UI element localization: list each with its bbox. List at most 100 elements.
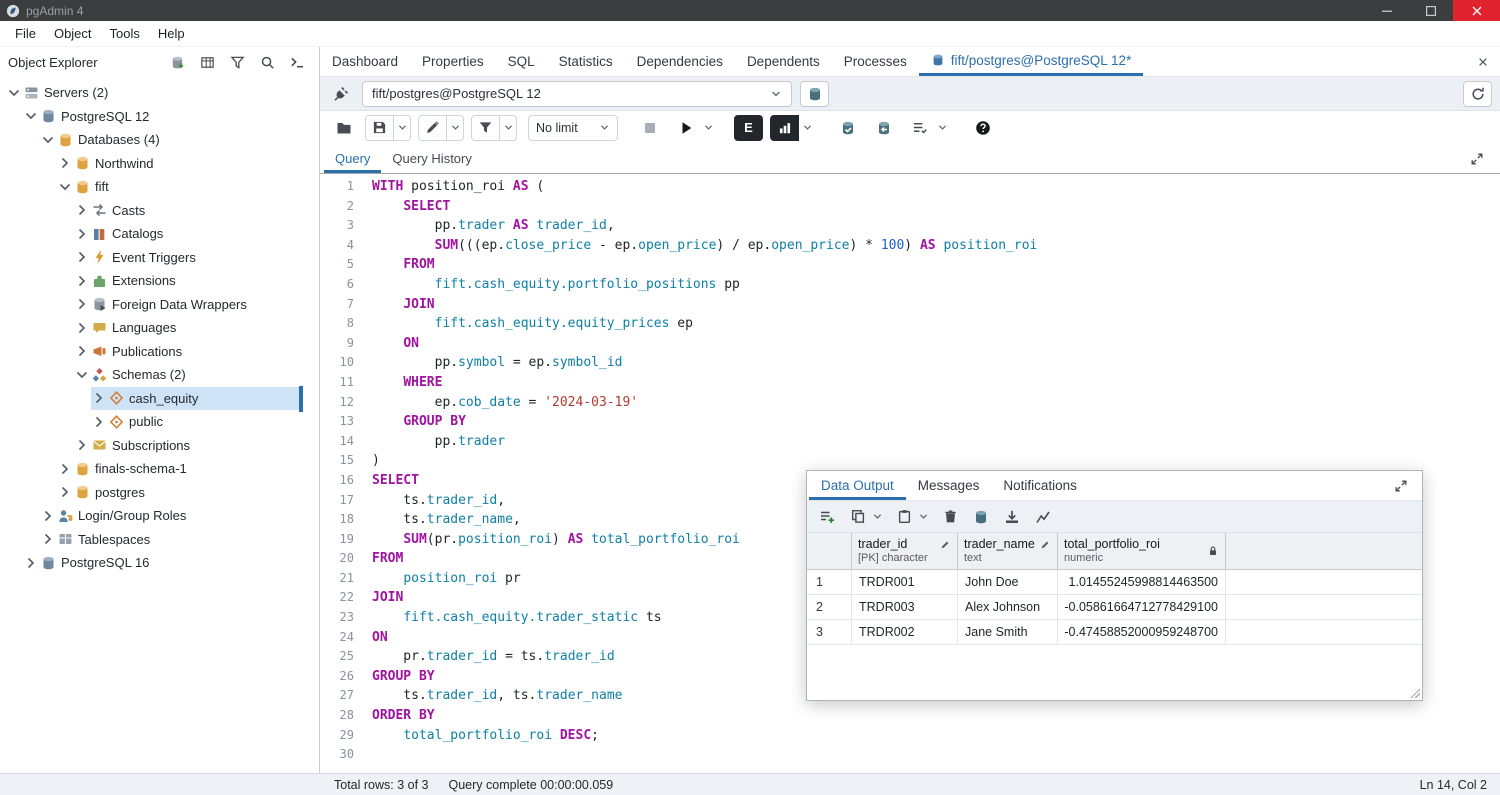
chevron-down-icon[interactable]: [23, 108, 39, 124]
column-header-total-portfolio-roi[interactable]: total_portfolio_roinumeric: [1058, 533, 1226, 569]
explain-analyze-button[interactable]: [770, 115, 799, 141]
edit-column-icon[interactable]: [940, 539, 951, 550]
copy-menu-button[interactable]: [871, 506, 884, 528]
tree-item-databases-4[interactable]: Databases (4): [40, 128, 303, 152]
edit-button[interactable]: [418, 115, 447, 141]
cell[interactable]: John Doe: [958, 570, 1058, 594]
filter-tree-button[interactable]: [225, 52, 249, 74]
menu-object[interactable]: Object: [45, 26, 101, 41]
cell[interactable]: -0.47458852000959248700: [1058, 620, 1226, 644]
tab-sql[interactable]: SQL: [496, 47, 547, 76]
editor-line[interactable]: 13 GROUP BY: [320, 412, 1500, 432]
row-number[interactable]: 1: [807, 570, 852, 594]
tree-item-northwind[interactable]: Northwind: [57, 152, 303, 176]
graph-visualizer-button[interactable]: [1032, 506, 1054, 528]
macros-menu-button[interactable]: [934, 115, 951, 141]
cell[interactable]: -0.05861664712778429100: [1058, 595, 1226, 619]
search-objects-button[interactable]: [255, 52, 279, 74]
save-file-button[interactable]: [365, 115, 394, 141]
cell[interactable]: TRDR001: [852, 570, 958, 594]
connection-status-button[interactable]: [328, 81, 354, 107]
chevron-right-icon[interactable]: [40, 531, 56, 547]
tree-item-servers-2[interactable]: Servers (2): [6, 81, 303, 105]
tree-item-casts[interactable]: Casts: [74, 199, 303, 223]
chevron-down-icon[interactable]: [40, 132, 56, 148]
filter-menu-button[interactable]: [500, 115, 517, 141]
macros-button[interactable]: [905, 115, 934, 141]
open-file-button[interactable]: [329, 115, 358, 141]
table-row[interactable]: 3TRDR002Jane Smith-0.4745885200095924870…: [807, 620, 1422, 645]
tree-item-foreign-data-wrappers[interactable]: Foreign Data Wrappers: [74, 293, 303, 317]
column-header-trader-id[interactable]: trader_id[PK] character: [852, 533, 958, 569]
tree-item-extensions[interactable]: Extensions: [74, 269, 303, 293]
tree-item-event-triggers[interactable]: Event Triggers: [74, 246, 303, 270]
editor-line[interactable]: 12 ep.cob_date = '2024-03-19': [320, 393, 1500, 413]
explain-button[interactable]: E: [734, 115, 763, 141]
chevron-right-icon[interactable]: [91, 414, 107, 430]
menu-help[interactable]: Help: [149, 26, 194, 41]
editor-line[interactable]: 3 pp.trader AS trader_id,: [320, 216, 1500, 236]
cell[interactable]: Jane Smith: [958, 620, 1058, 644]
table-row[interactable]: 1TRDR001John Doe1.01455245998814463500: [807, 570, 1422, 595]
chevron-down-icon[interactable]: [6, 85, 22, 101]
explain-analyze-menu-button[interactable]: [799, 115, 816, 141]
new-connection-button[interactable]: [800, 81, 829, 107]
paste-button[interactable]: [893, 506, 915, 528]
commit-button[interactable]: [833, 115, 862, 141]
chevron-right-icon[interactable]: [74, 226, 90, 242]
column-header-trader-name[interactable]: trader_nametext: [958, 533, 1058, 569]
maximize-button[interactable]: [1409, 0, 1453, 21]
cell[interactable]: TRDR002: [852, 620, 958, 644]
editor-line[interactable]: 7 JOIN: [320, 295, 1500, 315]
row-limit-select[interactable]: No limit: [528, 115, 618, 141]
edit-column-icon[interactable]: [1040, 539, 1051, 550]
copy-button[interactable]: [847, 506, 869, 528]
tab-dashboard[interactable]: Dashboard: [320, 47, 410, 76]
tab-data-output[interactable]: Data Output: [809, 471, 906, 500]
editor-line[interactable]: 14 pp.trader: [320, 432, 1500, 452]
editor-line[interactable]: 4 SUM(((ep.close_price - ep.open_price) …: [320, 236, 1500, 256]
tab-properties[interactable]: Properties: [410, 47, 496, 76]
chevron-right-icon[interactable]: [57, 155, 73, 171]
menu-file[interactable]: File: [6, 26, 45, 41]
editor-line[interactable]: 5 FROM: [320, 255, 1500, 275]
editor-line[interactable]: 30: [320, 745, 1500, 765]
paste-menu-button[interactable]: [917, 506, 930, 528]
editor-line[interactable]: 6 fift.cash_equity.portfolio_positions p…: [320, 275, 1500, 295]
chevron-right-icon[interactable]: [74, 343, 90, 359]
execute-menu-button[interactable]: [700, 115, 717, 141]
chevron-right-icon[interactable]: [40, 508, 56, 524]
tree-item-catalogs[interactable]: Catalogs: [74, 222, 303, 246]
editor-line[interactable]: 8 fift.cash_equity.equity_prices ep: [320, 314, 1500, 334]
psql-tool-button[interactable]: [285, 52, 309, 74]
tree-item-languages[interactable]: Languages: [74, 316, 303, 340]
row-number[interactable]: 3: [807, 620, 852, 644]
chevron-right-icon[interactable]: [91, 390, 107, 406]
tree-item-cash-equity[interactable]: cash_equity: [91, 387, 303, 411]
save-file-menu-button[interactable]: [394, 115, 411, 141]
execute-button[interactable]: [671, 115, 700, 141]
add-row-button[interactable]: [816, 506, 838, 528]
editor-line[interactable]: 28ORDER BY: [320, 706, 1500, 726]
chevron-right-icon[interactable]: [74, 273, 90, 289]
tree-item-fift[interactable]: fift: [57, 175, 303, 199]
tree-item-postgresql-16[interactable]: PostgreSQL 16: [23, 551, 303, 575]
tab-messages[interactable]: Messages: [906, 471, 992, 500]
filter-button[interactable]: [471, 115, 500, 141]
close-tab-button[interactable]: [1466, 47, 1500, 76]
tree-item-tablespaces[interactable]: Tablespaces: [40, 528, 303, 552]
minimize-button[interactable]: [1365, 0, 1409, 21]
table-row[interactable]: 2TRDR003Alex Johnson-0.05861664712778429…: [807, 595, 1422, 620]
editor-line[interactable]: 11 WHERE: [320, 373, 1500, 393]
download-results-button[interactable]: [1001, 506, 1023, 528]
expand-editor-button[interactable]: [1464, 146, 1490, 172]
chevron-right-icon[interactable]: [74, 320, 90, 336]
tree-item-publications[interactable]: Publications: [74, 340, 303, 364]
rollback-button[interactable]: [869, 115, 898, 141]
grid-view-button[interactable]: [195, 52, 219, 74]
delete-row-button[interactable]: [939, 506, 961, 528]
editor-line[interactable]: 10 pp.symbol = ep.symbol_id: [320, 353, 1500, 373]
tree-item-login-group-roles[interactable]: Login/Group Roles: [40, 504, 303, 528]
chevron-right-icon[interactable]: [57, 461, 73, 477]
add-server-button[interactable]: [165, 52, 189, 74]
